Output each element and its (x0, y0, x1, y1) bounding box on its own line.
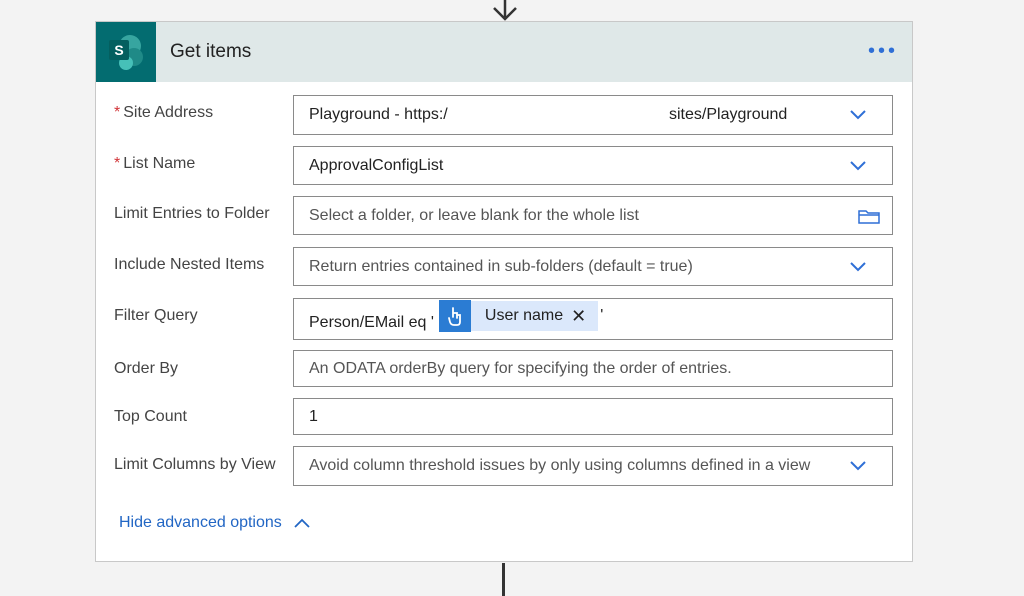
hide-advanced-options-label: Hide advanced options (119, 514, 282, 531)
chevron-down-icon[interactable] (850, 160, 866, 171)
nested-items-label: Include Nested Items (114, 256, 265, 273)
order-by-placeholder: An ODATA orderBy query for specifying th… (309, 359, 732, 377)
nested-items-dropdown[interactable]: Return entries contained in sub-folders … (293, 247, 893, 286)
filter-query-suffix: ' (600, 307, 604, 324)
list-name-label: * List Name (114, 155, 195, 173)
limit-folder-input[interactable]: Select a folder, or leave blank for the … (293, 196, 893, 235)
sharepoint-letter: S (114, 42, 123, 58)
chevron-down-icon[interactable] (850, 461, 866, 471)
hide-advanced-options-link[interactable]: Hide advanced options (119, 514, 310, 532)
touch-icon (438, 300, 471, 332)
site-address-label-text: Site Address (123, 104, 214, 121)
card-header[interactable]: S Get items ••• (96, 22, 912, 82)
limit-folder-label: Limit Entries to Folder (114, 205, 270, 222)
chevron-down-icon[interactable] (850, 261, 866, 272)
get-items-action-card: S Get items ••• * Site Address Playground… (95, 21, 913, 562)
sharepoint-icon: S (96, 22, 156, 82)
chevron-up-icon (294, 518, 310, 528)
more-icon[interactable]: ••• (868, 40, 898, 63)
filter-query-prefix: Person/EMail eq ' (309, 314, 434, 331)
list-name-label-text: List Name (123, 155, 196, 172)
arrow-down-icon (493, 0, 517, 21)
nested-items-placeholder: Return entries contained in sub-folders … (309, 257, 693, 275)
list-name-value: ApprovalConfigList (309, 156, 444, 174)
limit-columns-label: Limit Columns by View (114, 456, 276, 473)
filter-query-label: Filter Query (114, 307, 198, 324)
folder-icon[interactable] (858, 208, 880, 224)
user-name-token[interactable]: User name ✕ (438, 300, 599, 332)
filter-query-input[interactable]: Person/EMail eq ' User name ✕ ' (293, 298, 893, 340)
site-address-value-right: sites/Playground (669, 106, 788, 123)
token-label: User name (484, 307, 564, 324)
order-by-label: Order By (114, 360, 179, 377)
required-mark: * (114, 155, 121, 172)
action-title: Get items (170, 41, 252, 62)
site-address-label: * Site Address (114, 104, 213, 122)
required-mark: * (114, 104, 121, 121)
chevron-down-icon[interactable] (850, 110, 866, 120)
top-count-label: Top Count (114, 408, 187, 425)
site-address-value-left: Playground - https:/ (309, 106, 448, 123)
limit-folder-placeholder: Select a folder, or leave blank for the … (309, 206, 639, 224)
order-by-input[interactable]: An ODATA orderBy query for specifying th… (293, 350, 893, 387)
top-count-input[interactable]: 1 (293, 398, 893, 435)
list-name-dropdown[interactable]: ApprovalConfigList (293, 146, 893, 185)
top-count-value: 1 (309, 407, 318, 425)
close-icon[interactable]: ✕ (571, 306, 598, 327)
flow-connector-line (502, 563, 505, 596)
site-address-dropdown[interactable]: Playground - https:/ sites/Playground (293, 95, 893, 135)
limit-columns-dropdown[interactable]: Avoid column threshold issues by only us… (293, 446, 893, 486)
limit-columns-placeholder: Avoid column threshold issues by only us… (309, 457, 811, 474)
